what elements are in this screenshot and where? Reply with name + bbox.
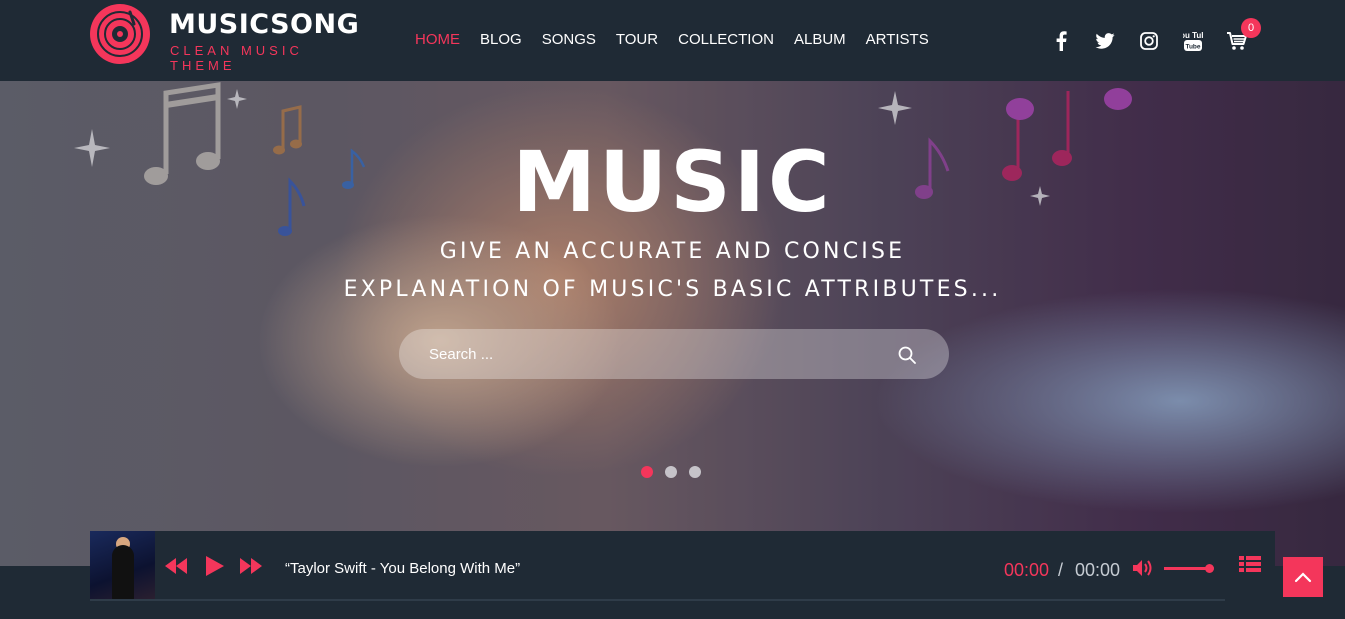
play-icon[interactable] <box>206 555 224 577</box>
svg-text:Tube: Tube <box>1185 44 1200 51</box>
social-links: You Tube Tube 0 <box>1050 18 1261 52</box>
total-time: 00:00 <box>1075 560 1121 580</box>
hero-title: MUSIC <box>512 133 833 231</box>
brand-tagline: CLEAN MUSIC THEME <box>170 43 303 73</box>
rewind-icon[interactable] <box>165 555 187 577</box>
chevron-up-icon <box>1294 572 1312 583</box>
nav-album[interactable]: ALBUM <box>794 31 846 48</box>
slider-dot-2[interactable] <box>665 466 677 478</box>
current-time: 00:00 <box>1004 560 1050 580</box>
time-separator: / <box>1058 560 1064 580</box>
track-title: “Taylor Swift - You Belong With Me” <box>285 560 521 577</box>
scroll-to-top-button[interactable] <box>1283 557 1323 597</box>
volume-level <box>1164 567 1209 570</box>
nav-artists[interactable]: ARTISTS <box>866 31 929 48</box>
twitter-icon[interactable] <box>1094 30 1116 52</box>
cart-count-badge: 0 <box>1241 18 1261 38</box>
nav-tour[interactable]: TOUR <box>616 31 658 48</box>
nav-blog[interactable]: BLOG <box>480 31 522 48</box>
slider-dot-3[interactable] <box>689 466 701 478</box>
vinyl-disc-icon <box>90 4 150 64</box>
instagram-icon[interactable] <box>1138 30 1160 52</box>
volume-knob[interactable] <box>1205 564 1214 573</box>
svg-text:You Tube: You Tube <box>1183 31 1203 40</box>
album-cover <box>90 531 155 600</box>
search-bar <box>399 329 949 379</box>
site-header: MUSICSONG CLEAN MUSIC THEME HOME BLOG SO… <box>0 0 1345 81</box>
search-icon[interactable] <box>894 342 920 368</box>
search-input[interactable] <box>429 342 869 366</box>
youtube-icon[interactable]: You Tube Tube <box>1182 30 1204 52</box>
facebook-icon[interactable] <box>1050 30 1072 52</box>
audio-player: “Taylor Swift - You Belong With Me” 00:0… <box>90 531 1275 601</box>
hero-subtitle-line2: EXPLANATION OF MUSIC'S BASIC ATTRIBUTES.… <box>343 277 1002 302</box>
main-nav: HOME BLOG SONGS TOUR COLLECTION ALBUM AR… <box>415 31 929 48</box>
hero-slider: MUSIC GIVE AN ACCURATE AND CONCISE EXPLA… <box>0 81 1345 566</box>
nav-home[interactable]: HOME <box>415 31 460 48</box>
site-logo[interactable]: MUSICSONG CLEAN MUSIC THEME <box>90 4 370 73</box>
slider-dot-1[interactable] <box>641 466 653 478</box>
volume-icon[interactable] <box>1131 558 1155 578</box>
playlist-icon[interactable] <box>1239 555 1261 573</box>
hero-subtitle-line1: GIVE AN ACCURATE AND CONCISE <box>439 239 906 264</box>
nav-songs[interactable]: SONGS <box>542 31 596 48</box>
brand-name: MUSICSONG <box>169 9 360 40</box>
volume-slider[interactable] <box>1164 564 1214 573</box>
progress-bar[interactable] <box>90 599 1225 601</box>
fast-forward-icon[interactable] <box>240 555 262 577</box>
slider-dots <box>641 466 701 478</box>
nav-collection[interactable]: COLLECTION <box>678 31 774 48</box>
cart-icon[interactable]: 0 <box>1226 18 1261 52</box>
